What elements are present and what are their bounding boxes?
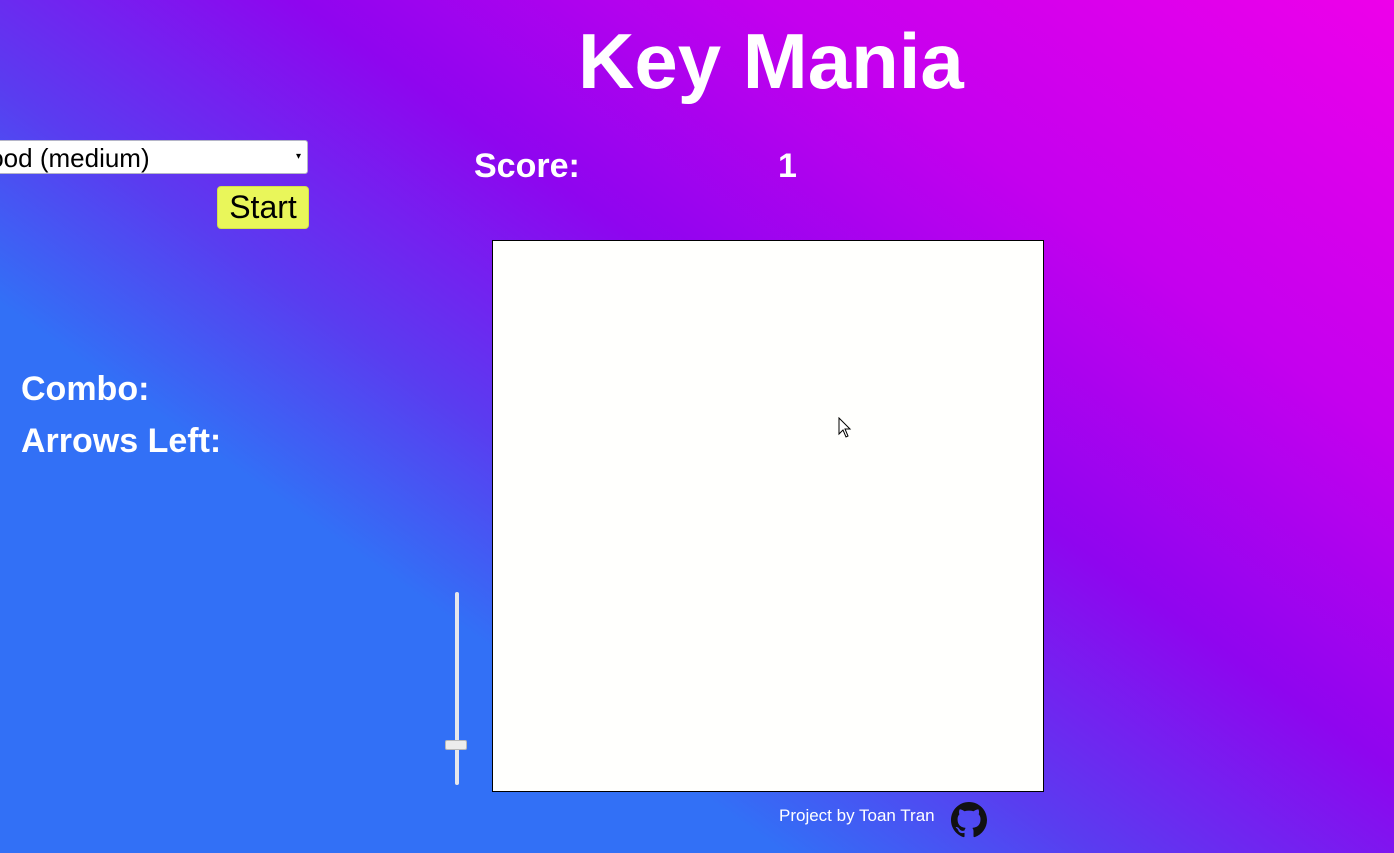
page-title: Key Mania — [578, 17, 964, 105]
github-icon[interactable] — [951, 802, 987, 838]
speed-slider-thumb[interactable] — [445, 740, 467, 751]
mouse-cursor-icon — [838, 417, 852, 438]
start-button[interactable]: Start — [217, 186, 309, 229]
difficulty-select[interactable]: Good (medium) ▾ — [0, 140, 308, 174]
footer-credit: Project by Toan Tran — [779, 806, 935, 825]
game-board[interactable] — [492, 240, 1044, 792]
score-value: 1 — [778, 147, 797, 185]
score-label: Score: — [474, 147, 580, 185]
difficulty-select-value: Good (medium) — [0, 143, 150, 173]
speed-slider[interactable] — [455, 592, 459, 785]
combo-label: Combo: — [21, 370, 150, 408]
arrows-left-label: Arrows Left: — [21, 422, 222, 460]
dropdown-arrow-icon: ▾ — [295, 151, 301, 162]
